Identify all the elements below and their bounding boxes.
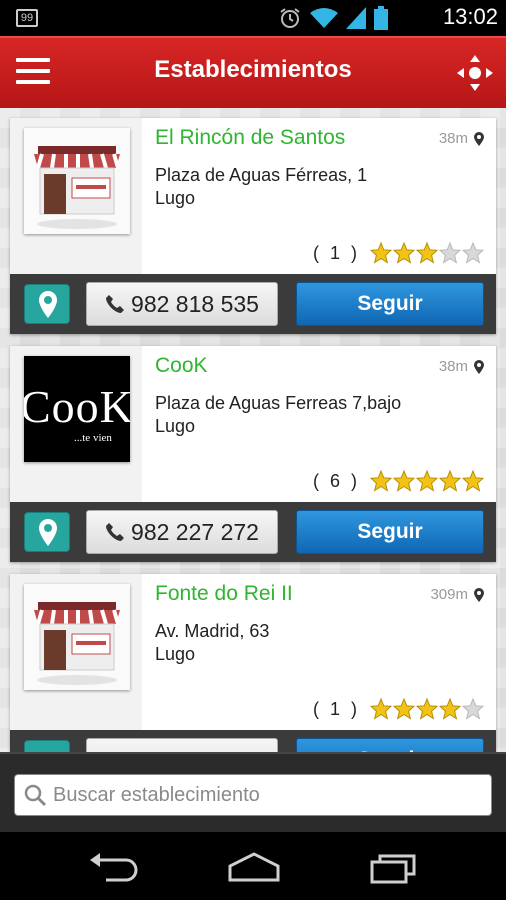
address-line2: Lugo [155, 416, 196, 436]
star-filled-icon [439, 698, 461, 720]
star-filled-icon [416, 698, 438, 720]
map-pin-button[interactable] [24, 284, 70, 324]
distance-value: 38m [438, 130, 468, 147]
call-button[interactable]: 982 818 535 [86, 282, 278, 326]
shop-thumbnail [24, 584, 130, 690]
establishment-list[interactable]: El Rincón de Santos 38m Plaza de Aguas F… [0, 108, 506, 752]
alarm-icon [280, 8, 300, 28]
locate-crosshair-icon[interactable] [456, 54, 494, 92]
star-empty-icon [462, 242, 484, 264]
thumbnail-area [10, 118, 142, 274]
logo-text: CooK [24, 381, 130, 432]
card-actions: 982 227 272 Seguir [10, 502, 496, 562]
rating: ( 1 ) [313, 242, 484, 264]
app-bar: Establecimientos [0, 36, 506, 108]
card-actions: 982 818 535 Seguir [10, 274, 496, 334]
thumbnail-area [10, 574, 142, 730]
address-line2: Lugo [155, 644, 196, 664]
establishment-card[interactable]: CooK ...te vien CooK 38m Plaza de Aguas … [10, 346, 496, 562]
rating: ( 6 ) [313, 470, 484, 492]
star-filled-icon [416, 470, 438, 492]
star-rating [370, 698, 484, 720]
shop-thumbnail [24, 128, 130, 234]
establishment-card[interactable]: Fonte do Rei II 309m Av. Madrid, 63 Lugo… [10, 574, 496, 752]
rating: ( 1 ) [313, 698, 484, 720]
distance: 309m [430, 586, 484, 603]
star-rating [370, 242, 484, 264]
follow-button[interactable]: Seguir [296, 738, 484, 752]
address: Av. Madrid, 63 Lugo [155, 620, 269, 666]
distance-value: 309m [430, 586, 468, 603]
status-bar: 99 13:02 [0, 0, 506, 36]
location-pin-icon [474, 131, 484, 146]
battery-icon [374, 6, 388, 30]
distance-value: 38m [438, 358, 468, 375]
map-pin-button[interactable] [24, 512, 70, 552]
storefront-icon [24, 128, 130, 234]
card-info[interactable]: Fonte do Rei II 309m Av. Madrid, 63 Lugo… [10, 574, 496, 730]
star-empty-icon [439, 242, 461, 264]
star-empty-icon [462, 698, 484, 720]
status-icons [278, 6, 388, 30]
back-icon[interactable] [84, 850, 144, 884]
address-line2: Lugo [155, 188, 196, 208]
phone-icon [106, 523, 125, 541]
star-rating [370, 470, 484, 492]
call-button[interactable]: 982 227 272 [86, 510, 278, 554]
status-time: 13:02 [442, 4, 498, 29]
star-filled-icon [370, 698, 392, 720]
phone-number: 982 818 535 [131, 290, 259, 317]
card-actions: Seguir [10, 730, 496, 752]
star-filled-icon [439, 470, 461, 492]
follow-button[interactable]: Seguir [296, 510, 484, 554]
search-field[interactable] [14, 774, 492, 816]
rating-count: ( 1 ) [312, 698, 360, 719]
notification-badge: 99 [16, 9, 38, 27]
thumbnail-area: CooK ...te vien [10, 346, 142, 502]
star-filled-icon [370, 470, 392, 492]
star-filled-icon [462, 470, 484, 492]
star-filled-icon [393, 470, 415, 492]
page-title: Establecimientos [154, 56, 352, 83]
star-filled-icon [393, 242, 415, 264]
establishment-card[interactable]: El Rincón de Santos 38m Plaza de Aguas F… [10, 118, 496, 334]
distance: 38m [439, 130, 484, 147]
address-line1: Plaza de Aguas Ferreas 7,bajo [155, 393, 402, 413]
rating-count: ( 6 ) [312, 470, 360, 491]
address: Plaza de Aguas Ferreas 7,bajo Lugo [155, 392, 401, 438]
navigation-bar [0, 832, 506, 900]
recent-apps-icon[interactable] [364, 850, 424, 884]
address-line1: Plaza de Aguas Férreas, 1 [155, 165, 368, 185]
map-pin-icon [39, 519, 57, 546]
call-button[interactable] [86, 738, 278, 752]
establishment-name[interactable]: El Rincón de Santos [155, 126, 345, 150]
storefront-icon [24, 584, 130, 690]
star-filled-icon [393, 698, 415, 720]
card-info[interactable]: CooK ...te vien CooK 38m Plaza de Aguas … [10, 346, 496, 502]
rating-count: ( 1 ) [312, 242, 360, 263]
address: Plaza de Aguas Férreas, 1 Lugo [155, 164, 367, 210]
star-filled-icon [416, 242, 438, 264]
location-pin-icon [474, 359, 484, 374]
map-pin-icon [39, 291, 57, 318]
phone-number: 982 227 272 [131, 518, 259, 545]
map-pin-button[interactable] [24, 740, 70, 752]
establishment-name[interactable]: Fonte do Rei II [155, 582, 293, 606]
location-pin-icon [474, 587, 484, 602]
search-icon [24, 784, 47, 807]
search-input[interactable] [53, 783, 473, 807]
search-bar [0, 752, 506, 832]
establishment-name[interactable]: CooK [155, 354, 208, 378]
wifi-icon [310, 8, 338, 28]
card-info[interactable]: El Rincón de Santos 38m Plaza de Aguas F… [10, 118, 496, 274]
follow-button[interactable]: Seguir [296, 282, 484, 326]
star-filled-icon [370, 242, 392, 264]
home-icon[interactable] [224, 850, 284, 884]
signal-icon [346, 7, 366, 29]
distance: 38m [439, 358, 484, 375]
phone-icon [106, 295, 125, 313]
logo-subtext: ...te vien [74, 432, 112, 444]
cook-logo: CooK ...te vien [24, 356, 130, 462]
address-line1: Av. Madrid, 63 [155, 621, 270, 641]
